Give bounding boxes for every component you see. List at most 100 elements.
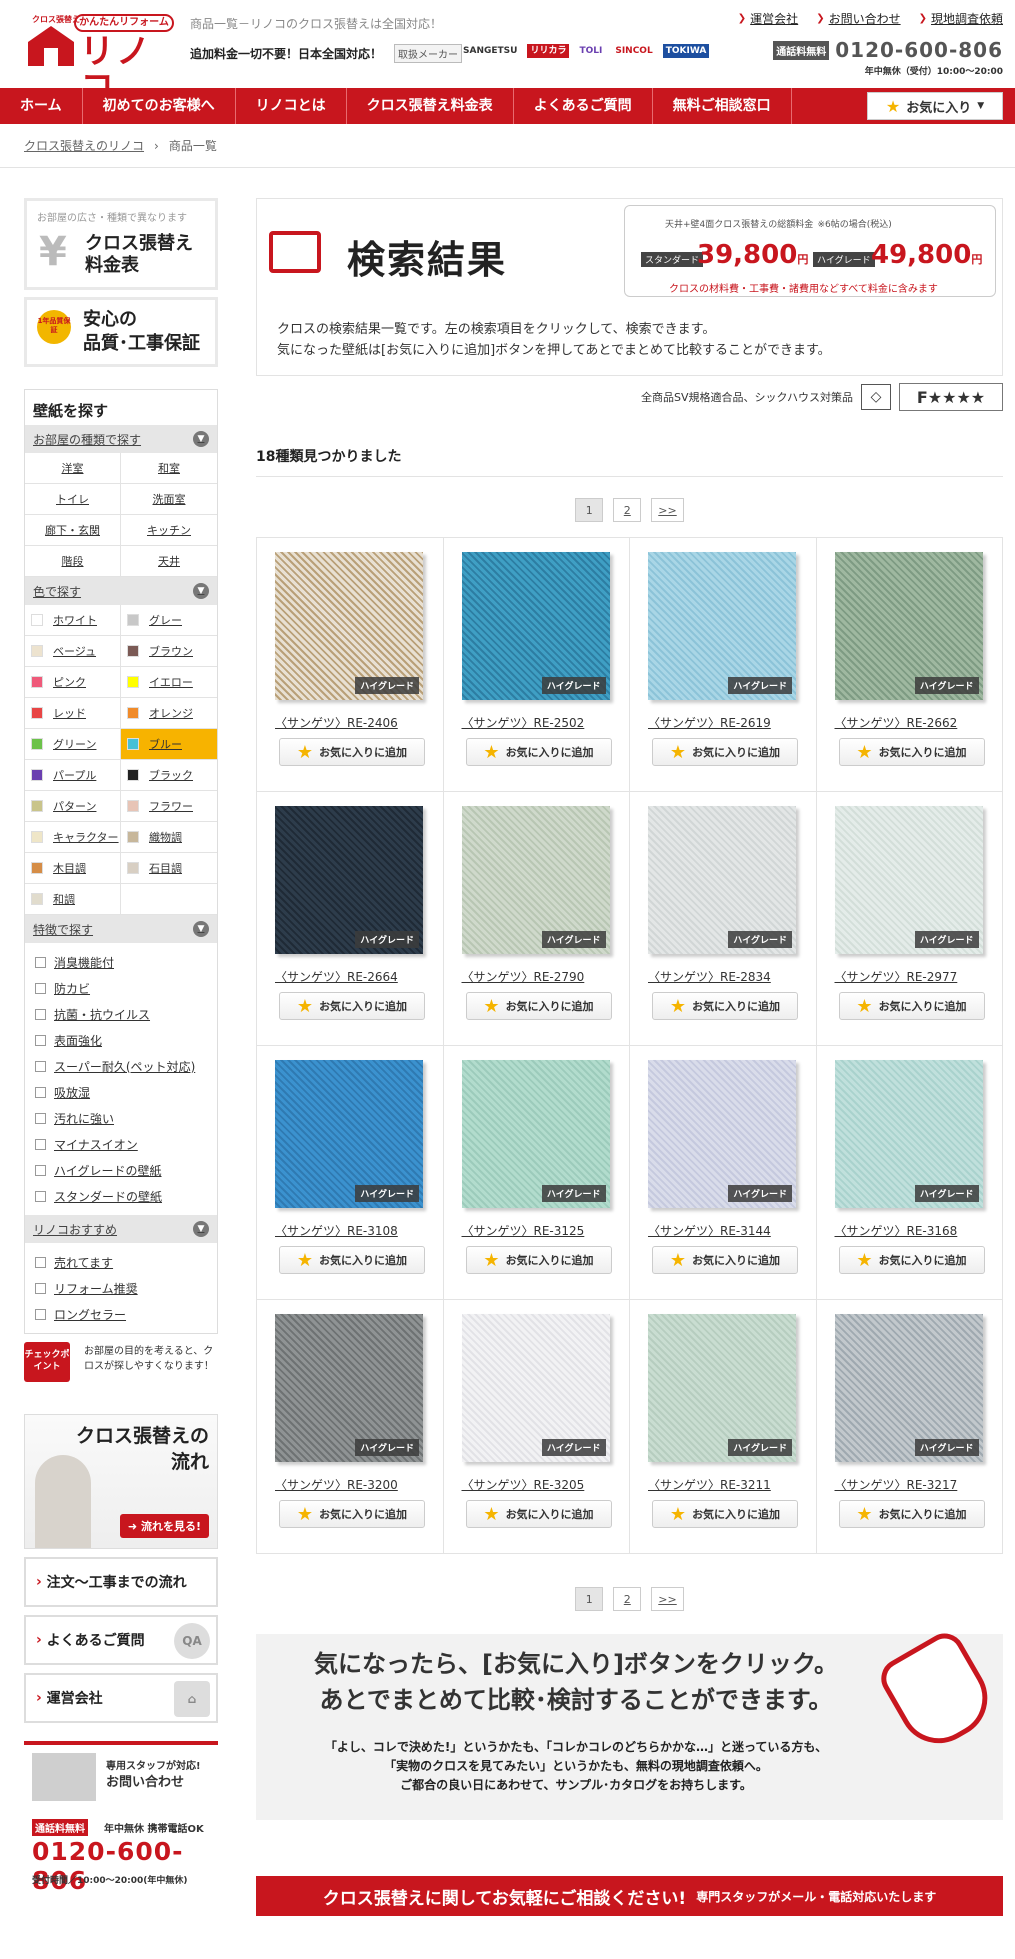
consultation-banner[interactable]: クロス張替えに関してお気軽にご相談ください! 専門スタッフがメール・電話対応いた… [256, 1876, 1003, 1916]
page-2[interactable]: 2 [613, 498, 642, 522]
feature-filter[interactable]: 吸放湿 [25, 1079, 217, 1105]
wallpaper-swatch-image[interactable]: ハイグレード [461, 1060, 610, 1208]
wallpaper-swatch-image[interactable]: ハイグレード [275, 806, 423, 954]
wallpaper-swatch-image[interactable]: ハイグレード [648, 1060, 796, 1208]
product-name-link[interactable]: 〈サンゲツ〉RE-3168 [835, 1222, 958, 1239]
header-phone[interactable]: 通話料無料 0120-600-806 [773, 38, 1003, 62]
room-type-section-toggle[interactable]: お部屋の種類で探す ▼ [25, 425, 217, 453]
color-section-toggle[interactable]: 色で探す ▼ [25, 577, 217, 605]
feature-filter[interactable]: 消臭機能付 [25, 949, 217, 975]
wallpaper-swatch-image[interactable]: ハイグレード [275, 552, 423, 700]
wallpaper-swatch-image[interactable]: ハイグレード [648, 806, 796, 954]
room-type-link[interactable]: 天井 [121, 546, 217, 577]
room-type-link[interactable]: 洗面室 [121, 484, 217, 515]
add-to-favorites-button[interactable]: ★ お気に入りに追加 [652, 738, 798, 766]
color-filter-link[interactable]: グレー [121, 605, 217, 636]
product-name-link[interactable]: 〈サンゲツ〉RE-3217 [835, 1476, 958, 1493]
nav-consultation[interactable]: 無料ご相談窓口 [653, 88, 792, 124]
breadcrumb-home[interactable]: クロス張替えのリノコ [24, 137, 144, 154]
color-filter-link[interactable]: 木目調 [25, 853, 121, 884]
checkbox[interactable] [35, 1282, 46, 1294]
favorites-dropdown[interactable]: ★ お気に入り ▼ [867, 92, 1003, 120]
order-flow-link[interactable]: › 注文～工事までの流れ [24, 1557, 218, 1607]
view-flow-button[interactable]: ➜ 流れを見る! [119, 1514, 209, 1538]
room-type-link[interactable]: 廊下・玄関 [25, 515, 121, 546]
feature-filter[interactable]: 表面強化 [25, 1027, 217, 1053]
checkbox[interactable] [35, 956, 46, 968]
feature-filter[interactable]: ハイグレードの壁紙 [25, 1157, 217, 1183]
color-filter-link[interactable]: ホワイト [25, 605, 121, 636]
price-list-banner[interactable]: お部屋の広さ・種類で異なります ¥ クロス張替え 料金表 [24, 198, 218, 290]
checkbox[interactable] [35, 1138, 46, 1150]
recommend-filter[interactable]: ロングセラー [25, 1301, 217, 1327]
add-to-favorites-button[interactable]: ★ お気に入りに追加 [279, 738, 425, 766]
checkbox[interactable] [35, 1308, 46, 1320]
checkbox[interactable] [35, 1256, 46, 1268]
product-name-link[interactable]: 〈サンゲツ〉RE-2406 [275, 714, 398, 731]
add-to-favorites-button[interactable]: ★ お気に入りに追加 [465, 992, 612, 1020]
page-1[interactable]: 1 [575, 498, 604, 522]
add-to-favorites-button[interactable]: ★ お気に入りに追加 [652, 1500, 798, 1528]
nav-first-time[interactable]: 初めてのお客様へ [83, 88, 236, 124]
product-name-link[interactable]: 〈サンゲツ〉RE-2664 [275, 968, 398, 985]
add-to-favorites-button[interactable]: ★ お気に入りに追加 [465, 1246, 612, 1274]
page-next[interactable]: >> [651, 1587, 684, 1611]
product-name-link[interactable]: 〈サンゲツ〉RE-2662 [835, 714, 958, 731]
contact-box[interactable]: 専用スタッフが対応! お問い合わせ 通話料無料 年中無休 携帯電話OK 0120-… [24, 1741, 218, 1895]
add-to-favorites-button[interactable]: ★ お気に入りに追加 [838, 1246, 985, 1274]
recommend-filter[interactable]: リフォーム推奨 [25, 1275, 217, 1301]
wallpaper-swatch-image[interactable]: ハイグレード [648, 1314, 796, 1462]
recommend-filter[interactable]: 売れてます [25, 1249, 217, 1275]
color-filter-link[interactable]: ブラウン [121, 636, 217, 667]
page-2[interactable]: 2 [613, 1587, 642, 1611]
add-to-favorites-button[interactable]: ★ お気に入りに追加 [465, 1500, 612, 1528]
color-filter-link[interactable]: 和調 [25, 884, 121, 915]
checkbox[interactable] [35, 1060, 46, 1072]
add-to-favorites-button[interactable]: ★ お気に入りに追加 [279, 1246, 425, 1274]
add-to-favorites-button[interactable]: ★ お気に入りに追加 [652, 1246, 798, 1274]
wallpaper-swatch-image[interactable]: ハイグレード [461, 1314, 610, 1462]
color-filter-link[interactable]: イエロー [121, 667, 217, 698]
nav-price-list[interactable]: クロス張替え料金表 [347, 88, 514, 124]
room-type-link[interactable]: トイレ [25, 484, 121, 515]
product-name-link[interactable]: 〈サンゲツ〉RE-3125 [462, 1222, 585, 1239]
flow-banner[interactable]: クロス張替えの 流れ ➜ 流れを見る! [24, 1414, 218, 1549]
product-name-link[interactable]: 〈サンゲツ〉RE-2977 [835, 968, 958, 985]
color-filter-link[interactable]: レッド [25, 698, 121, 729]
checkbox[interactable] [35, 1190, 46, 1202]
feature-filter[interactable]: 抗菌・抗ウイルス [25, 1001, 217, 1027]
product-name-link[interactable]: 〈サンゲツ〉RE-3205 [462, 1476, 585, 1493]
wallpaper-swatch-image[interactable]: ハイグレード [275, 1314, 423, 1462]
room-type-link[interactable]: 洋室 [25, 453, 121, 484]
wallpaper-swatch-image[interactable]: ハイグレード [461, 552, 610, 700]
feature-section-toggle[interactable]: 特徴で探す ▼ [25, 915, 217, 943]
checkbox[interactable] [35, 1008, 46, 1020]
room-type-link[interactable]: 階段 [25, 546, 121, 577]
page-1[interactable]: 1 [575, 1587, 604, 1611]
add-to-favorites-button[interactable]: ★ お気に入りに追加 [465, 738, 612, 766]
color-filter-link[interactable]: 石目調 [121, 853, 217, 884]
room-type-link[interactable]: キッチン [121, 515, 217, 546]
color-filter-link[interactable]: オレンジ [121, 698, 217, 729]
product-name-link[interactable]: 〈サンゲツ〉RE-3108 [275, 1222, 398, 1239]
wallpaper-swatch-image[interactable]: ハイグレード [834, 806, 983, 954]
top-link-survey[interactable]: ❯ 現地調査依頼 [919, 10, 1003, 27]
product-name-link[interactable]: 〈サンゲツ〉RE-2502 [462, 714, 585, 731]
add-to-favorites-button[interactable]: ★ お気に入りに追加 [652, 992, 798, 1020]
wallpaper-swatch-image[interactable]: ハイグレード [834, 1060, 983, 1208]
feature-filter[interactable]: 防カビ [25, 975, 217, 1001]
wallpaper-swatch-image[interactable]: ハイグレード [834, 1314, 983, 1462]
faq-link[interactable]: › よくあるご質問 QA [24, 1615, 218, 1665]
room-type-link[interactable]: 和室 [121, 453, 217, 484]
wallpaper-swatch-image[interactable]: ハイグレード [275, 1060, 423, 1208]
add-to-favorites-button[interactable]: ★ お気に入りに追加 [279, 992, 425, 1020]
add-to-favorites-button[interactable]: ★ お気に入りに追加 [838, 738, 985, 766]
color-filter-link[interactable]: 織物調 [121, 822, 217, 853]
color-filter-link[interactable]: キャラクター [25, 822, 121, 853]
nav-home[interactable]: ホーム [0, 88, 83, 124]
color-filter-link[interactable]: パープル [25, 760, 121, 791]
checkbox[interactable] [35, 1034, 46, 1046]
product-name-link[interactable]: 〈サンゲツ〉RE-3144 [648, 1222, 771, 1239]
feature-filter[interactable]: マイナスイオン [25, 1131, 217, 1157]
nav-about[interactable]: リノコとは [236, 88, 347, 124]
